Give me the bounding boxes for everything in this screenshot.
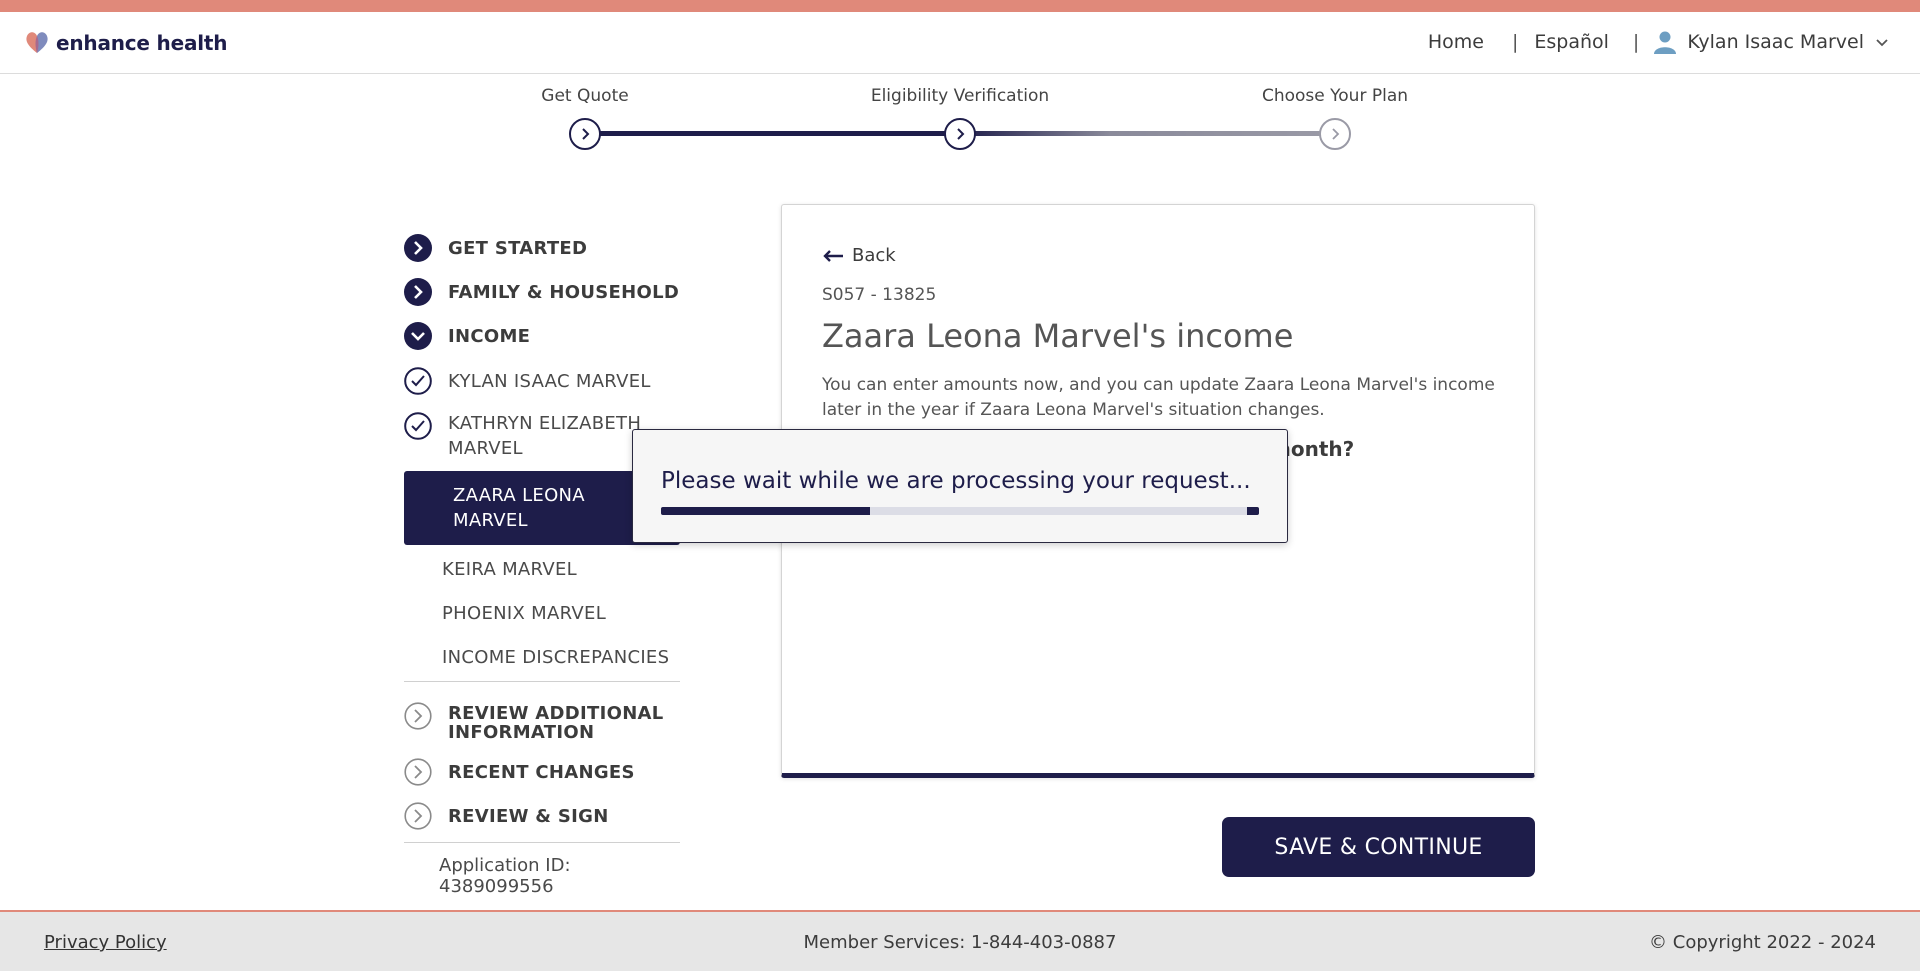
back-link[interactable]: Back xyxy=(822,245,896,266)
chevron-down-icon xyxy=(1876,39,1888,47)
user-icon xyxy=(1654,31,1677,54)
step-choose-plan[interactable] xyxy=(1319,118,1351,150)
nav-home-link[interactable]: Home xyxy=(1428,31,1484,53)
sidebar-item-review-sign[interactable]: REVIEW & SIGN xyxy=(404,802,680,830)
page-title: Zaara Leona Marvel's income xyxy=(822,317,1294,355)
check-circle-icon xyxy=(404,412,432,440)
sidebar-item-family-household[interactable]: FAMILY & HOUSEHOLD xyxy=(404,278,680,306)
site-footer: Privacy Policy Member Services: 1-844-40… xyxy=(0,910,1920,971)
nav-separator: | xyxy=(1511,31,1519,53)
user-menu[interactable]: Kylan Isaac Marvel xyxy=(1653,30,1890,54)
progress-bar-fill xyxy=(661,507,871,515)
logo[interactable]: enhance health xyxy=(24,29,228,57)
processing-message: Please wait while we are processing your… xyxy=(661,468,1251,494)
sidebar-item-label: REVIEW & SIGN xyxy=(448,805,609,827)
step-label-get-quote: Get Quote xyxy=(541,86,629,106)
step-eligibility[interactable] xyxy=(944,118,976,150)
application-id: Application ID: 4389099556 xyxy=(439,855,571,897)
chevron-right-icon xyxy=(957,128,965,140)
user-name: Kylan Isaac Marvel xyxy=(1687,31,1864,53)
chevron-right-filled-icon xyxy=(404,234,432,262)
nav-separator: | xyxy=(1632,31,1640,53)
sidebar-item-phoenix[interactable]: PHOENIX MARVEL xyxy=(404,603,680,631)
sidebar-item-kylan[interactable]: KYLAN ISAAC MARVEL xyxy=(404,367,680,395)
sidebar-item-keira[interactable]: KEIRA MARVEL xyxy=(404,559,680,587)
sidebar-item-recent-changes[interactable]: RECENT CHANGES xyxy=(404,758,680,786)
chevron-right-outline-icon xyxy=(404,802,432,830)
step-get-quote[interactable] xyxy=(569,118,601,150)
progress-bar xyxy=(661,507,1259,515)
processing-dialog: Please wait while we are processing your… xyxy=(632,429,1288,543)
chevron-right-filled-icon xyxy=(404,278,432,306)
sidebar-item-label: FAMILY & HOUSEHOLD xyxy=(448,281,680,303)
step-label-eligibility: Eligibility Verification xyxy=(870,86,1050,106)
step-line-pending xyxy=(960,131,1335,136)
sidebar-item-label: INCOME xyxy=(448,325,531,347)
step-line-complete xyxy=(585,131,960,136)
sidebar-divider xyxy=(404,842,680,843)
member-services: Member Services: 1-844-403-0887 xyxy=(803,932,1117,953)
sidebar-item-label: REVIEW ADDITIONAL INFORMATION xyxy=(448,703,664,743)
sidebar-item-label: KYLAN ISAAC MARVEL xyxy=(448,370,651,392)
sidebar-item-review-additional[interactable]: REVIEW ADDITIONAL INFORMATION xyxy=(404,702,680,742)
chevron-right-outline-icon xyxy=(404,702,432,730)
top-accent-bar xyxy=(0,0,1920,12)
sidebar-item-label: RECENT CHANGES xyxy=(448,761,635,783)
progress-bar-end xyxy=(1247,507,1259,515)
arrow-left-icon xyxy=(823,249,843,262)
sidebar-divider xyxy=(404,681,680,682)
top-nav: Home | Español | Kylan Isaac Marvel xyxy=(1428,30,1890,54)
chevron-right-icon xyxy=(1332,128,1340,140)
chevron-right-outline-icon xyxy=(404,758,432,786)
step-label-choose-plan: Choose Your Plan xyxy=(1261,86,1409,106)
case-id: S057 - 13825 xyxy=(822,285,937,305)
sidebar-item-income-discrepancies[interactable]: INCOME DISCREPANCIES xyxy=(404,647,680,675)
progress-stepper: Get Quote Eligibility Verification Choos… xyxy=(520,84,1408,154)
check-circle-icon xyxy=(404,367,432,395)
save-continue-button[interactable]: SAVE & CONTINUE xyxy=(1222,817,1535,877)
application-sidebar: GET STARTED FAMILY & HOUSEHOLD INCOME KY… xyxy=(404,234,680,897)
sidebar-item-label: GET STARTED xyxy=(448,237,588,259)
logo-text: enhance health xyxy=(56,31,228,55)
heart-logo-icon xyxy=(26,32,48,53)
sidebar-item-get-started[interactable]: GET STARTED xyxy=(404,234,680,262)
chevron-down-filled-icon xyxy=(404,322,432,350)
back-label: Back xyxy=(852,245,896,266)
copyright: © Copyright 2022 - 2024 xyxy=(1649,932,1876,953)
nav-language-link[interactable]: Español xyxy=(1534,31,1609,53)
chevron-right-icon xyxy=(582,128,590,140)
site-header: enhance health Home | Español | Kylan Is… xyxy=(0,12,1920,74)
income-description: You can enter amounts now, and you can u… xyxy=(822,375,1495,420)
sidebar-item-kathryn[interactable]: KATHRYN ELIZABETH MARVEL xyxy=(404,412,664,461)
sidebar-item-income[interactable]: INCOME xyxy=(404,322,680,350)
